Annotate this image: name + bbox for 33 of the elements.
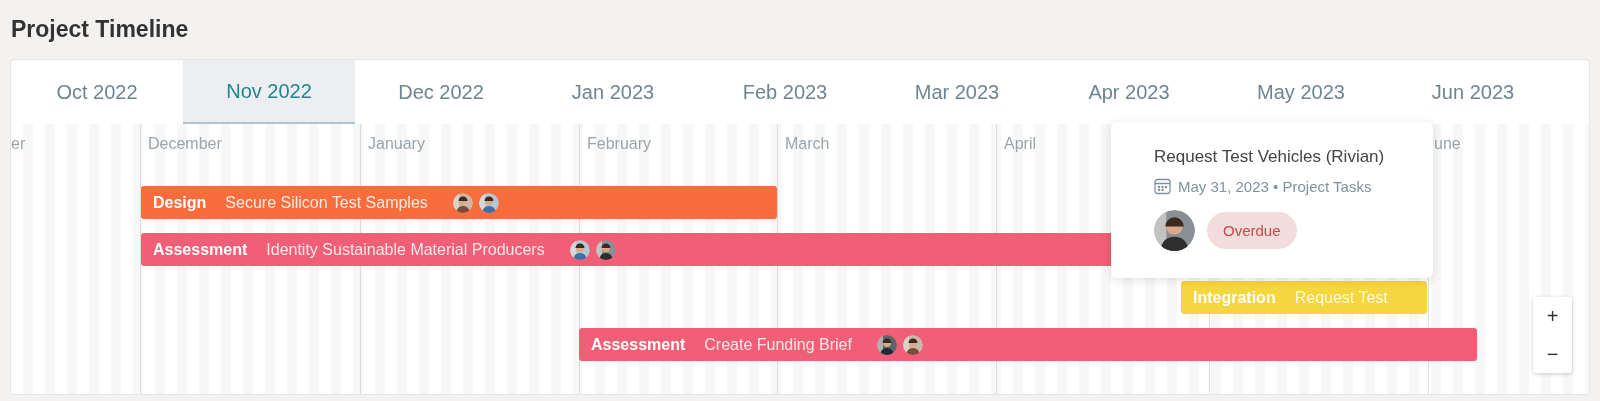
task-name: Identity Sustainable Material Producers [266, 239, 545, 260]
month-label: December [148, 134, 222, 154]
task-name: Request Test [1294, 287, 1388, 308]
task-name: Create Funding Brief [704, 334, 852, 355]
tooltip-title: Request Test Vehicles (Rivian) [1154, 146, 1385, 168]
month-label: er [11, 134, 26, 154]
task-bar[interactable]: Design Secure Silicon Test Samples [141, 186, 777, 219]
tooltip-meta: May 31, 2023 • Project Tasks [1178, 176, 1372, 197]
task-category: Integration [1193, 287, 1276, 308]
month-tab[interactable]: Mar 2023 [871, 60, 1043, 124]
month-label: February [587, 134, 652, 154]
zoom-out-button[interactable]: − [1533, 335, 1572, 373]
month-label: une [1434, 134, 1461, 154]
month-tab[interactable]: Oct 2022 [11, 60, 183, 124]
status-badge: Overdue [1207, 212, 1297, 249]
month-label: March [785, 134, 830, 154]
month-tab[interactable]: Dec 2022 [355, 60, 527, 124]
task-bar[interactable]: Assessment Create Funding Brief [579, 328, 1477, 361]
month-label: April [1004, 134, 1036, 154]
zoom-in-button[interactable]: + [1533, 297, 1572, 335]
month-tab[interactable]: Jun 2023 [1387, 60, 1559, 124]
month-tab[interactable]: Apr 2023 [1043, 60, 1215, 124]
page-title: Project Timeline [10, 15, 190, 44]
month-tab[interactable]: Feb 2023 [699, 60, 871, 124]
task-name: Secure Silicon Test Samples [225, 192, 428, 213]
month-tab[interactable]: Jan 2023 [527, 60, 699, 124]
month-tab[interactable]: Nov 2022 [183, 60, 355, 124]
task-category: Design [153, 192, 207, 213]
task-category: Assessment [153, 239, 248, 260]
task-category: Assessment [591, 334, 686, 355]
calendar-icon [1154, 178, 1171, 196]
month-tab[interactable]: May 2023 [1215, 60, 1387, 124]
month-label: January [368, 134, 425, 154]
